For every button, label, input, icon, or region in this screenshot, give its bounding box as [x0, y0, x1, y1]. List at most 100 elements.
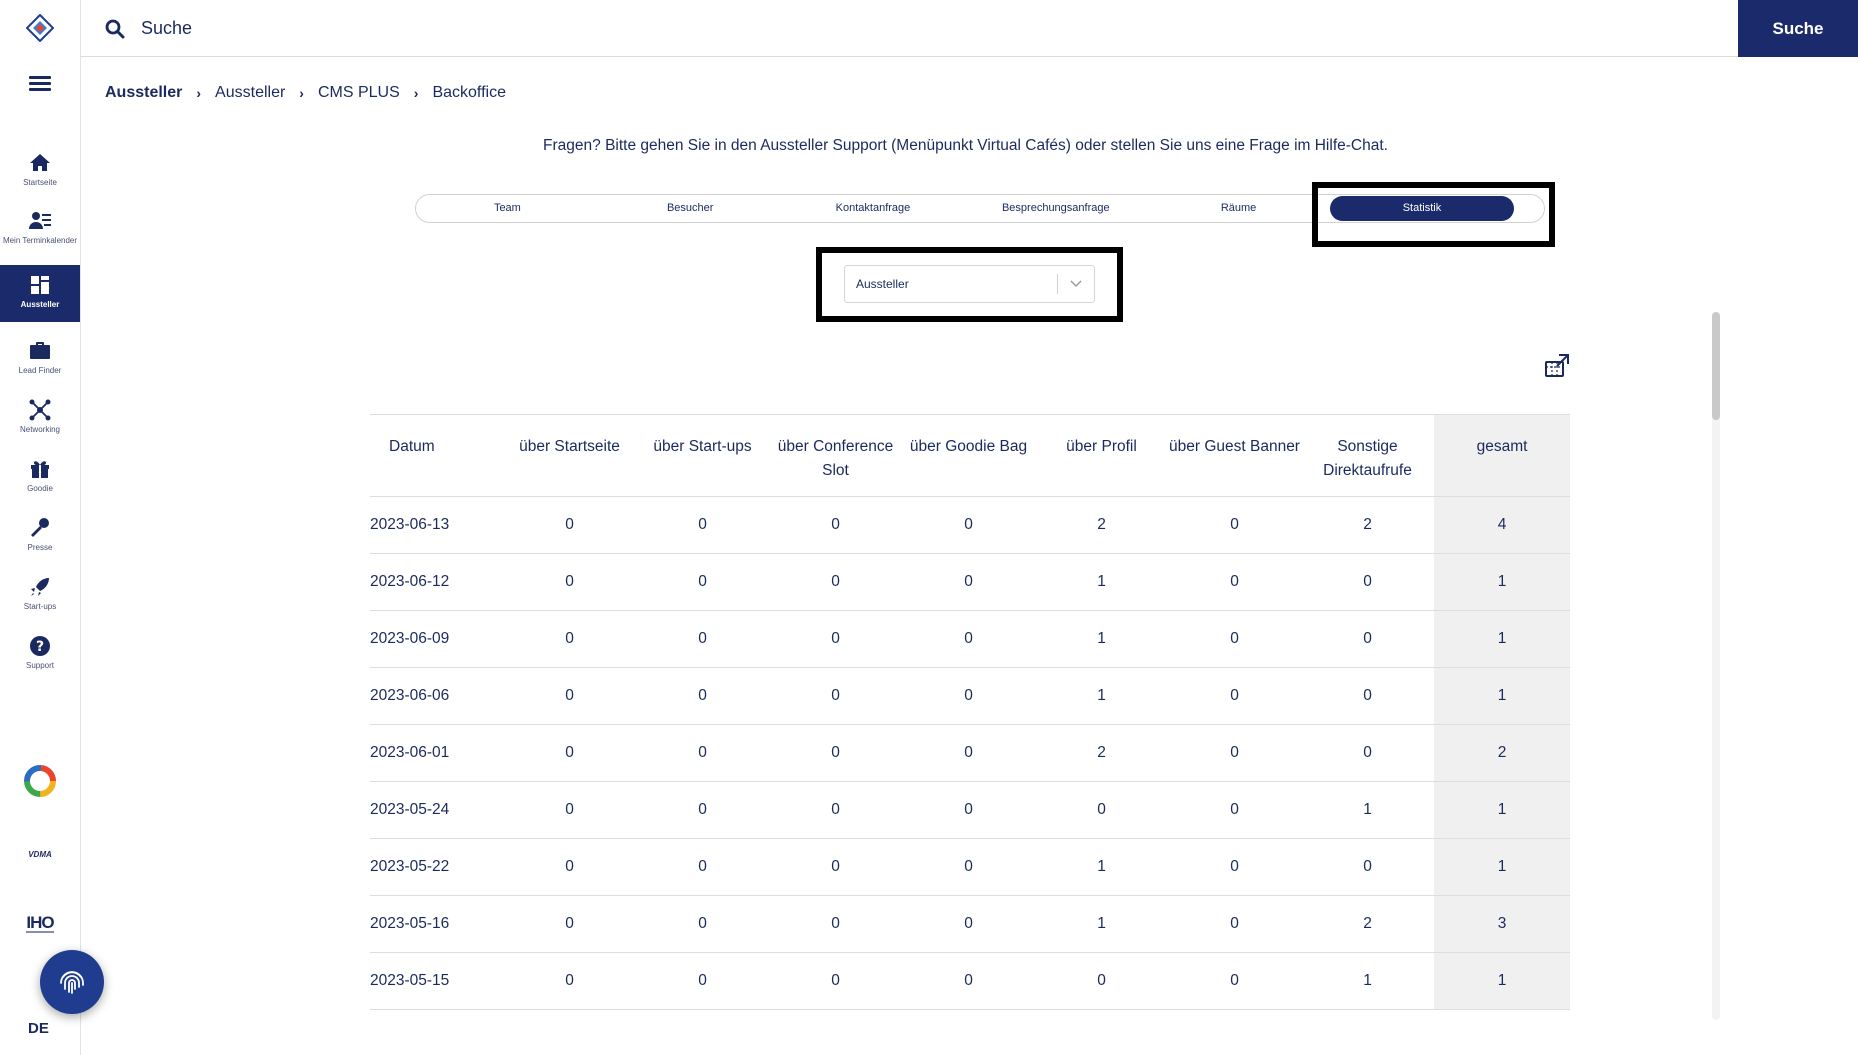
top-search-bar: Suche: [81, 0, 1858, 57]
help-text: Fragen? Bitte gehen Sie in den Ausstelle…: [0, 137, 1858, 155]
sidebar-item-start-ups[interactable]: Start-ups: [0, 567, 80, 623]
search-button[interactable]: Suche: [1738, 0, 1858, 57]
search-input[interactable]: [141, 12, 1441, 44]
statistic-type-select[interactable]: Aussteller: [844, 265, 1095, 303]
help-text-content: Fragen? Bitte gehen Sie in den Ausstelle…: [543, 137, 1388, 154]
table-cell: 0: [503, 781, 636, 839]
sidebar-item-lead-finder[interactable]: Lead Finder: [0, 331, 80, 387]
tab-besucher[interactable]: Besucher: [599, 195, 782, 222]
tab-team[interactable]: Team: [416, 195, 599, 222]
table-cell: 0: [769, 895, 902, 953]
sidebar-item-goodie[interactable]: Goodie: [0, 449, 80, 505]
table-cell: 0: [636, 667, 769, 725]
tab-besprechungsanfrage[interactable]: Besprechungsanfrage: [964, 195, 1147, 222]
consent-fingerprint-button[interactable]: [40, 950, 104, 1014]
chevron-right-icon: ›: [413, 85, 419, 101]
table-cell: 1: [1434, 553, 1570, 611]
table-cell: 2023-06-13: [370, 496, 503, 554]
table-cell: 0: [769, 781, 902, 839]
table-cell: 0: [769, 724, 902, 782]
tab-kontaktanfrage[interactable]: Kontaktanfrage: [782, 195, 965, 222]
svg-text:?: ?: [36, 639, 44, 655]
scrollbar-thumb[interactable]: [1712, 312, 1720, 420]
hamburger-icon: [29, 76, 51, 79]
table-cell: 1: [1035, 610, 1168, 668]
table-cell: 0: [769, 952, 902, 1010]
table-cell: 0: [1301, 724, 1434, 782]
table-cell: 2: [1301, 496, 1434, 554]
rocket-icon: [31, 578, 49, 596]
table-cell: 3: [1434, 895, 1570, 953]
table-cell: 0: [636, 895, 769, 953]
table-cell: 0: [902, 610, 1035, 668]
table-cell: 0: [636, 724, 769, 782]
table-cell: 0: [636, 553, 769, 611]
export-table-icon[interactable]: [1544, 353, 1570, 379]
table-cell: 1: [1035, 895, 1168, 953]
iho-logo: IHO: [26, 913, 55, 933]
table-cell: 0: [902, 553, 1035, 611]
table-cell: 1: [1301, 952, 1434, 1010]
language-switch[interactable]: DE: [28, 1020, 49, 1037]
sidebar-item-label: Aussteller: [20, 300, 60, 309]
breadcrumb-item[interactable]: CMS PLUS: [318, 84, 400, 102]
app-logo-icon[interactable]: [26, 14, 54, 42]
column-header[interactable]: über Start-ups: [636, 414, 769, 497]
partner-logo-iho[interactable]: IHO: [18, 906, 62, 942]
breadcrumb-item[interactable]: Aussteller: [215, 84, 285, 102]
column-header[interactable]: über Conference Slot: [769, 414, 902, 497]
partner-logo-ring[interactable]: [18, 763, 62, 799]
column-header[interactable]: Sonstige Direktaufrufe: [1301, 414, 1434, 497]
table-cell: 2023-06-01: [370, 724, 503, 782]
sidebar-item-support[interactable]: ? Support: [0, 626, 80, 682]
select-value: Aussteller: [856, 277, 909, 291]
table-cell: 0: [1168, 952, 1301, 1010]
table-cell: 0: [503, 895, 636, 953]
calendar-user-icon: [29, 212, 51, 229]
briefcase-icon: [30, 342, 50, 359]
table-cell: 0: [503, 667, 636, 725]
table-cell: 1: [1434, 781, 1570, 839]
column-header[interactable]: über Startseite: [503, 414, 636, 497]
sidebar-item-presse[interactable]: Presse: [0, 508, 80, 564]
breadcrumb-item[interactable]: Aussteller: [105, 84, 182, 102]
table-cell: 0: [1035, 781, 1168, 839]
sidebar-item-networking[interactable]: Networking: [0, 390, 80, 446]
table-cell: 0: [769, 838, 902, 896]
sidebar-item-terminkalender[interactable]: Mein Terminkalender: [0, 201, 80, 257]
column-header[interactable]: über Guest Banner: [1168, 414, 1301, 497]
sidebar-item-aussteller[interactable]: Aussteller: [0, 265, 80, 322]
partner-logo-vdma[interactable]: VDMA: [18, 836, 62, 872]
table-cell: 1: [1434, 610, 1570, 668]
partner-ring-logo-icon: [24, 765, 56, 797]
table-cell: 2023-06-12: [370, 553, 503, 611]
table-cell: 1: [1301, 781, 1434, 839]
column-header[interactable]: über Profil: [1035, 414, 1168, 497]
table-row: 2023-05-16 0 0 0 0 1 0 2 3: [370, 895, 1570, 953]
table-cell: 0: [636, 838, 769, 896]
tab-raeume[interactable]: Räume: [1147, 195, 1330, 222]
table-cell: 0: [1035, 952, 1168, 1010]
sidebar: Startseite Mein Terminkalender Ausstelle…: [0, 0, 81, 1055]
tab-statistik[interactable]: Statistik: [1329, 196, 1514, 221]
table-row: 2023-05-22 0 0 0 0 1 0 0 1: [370, 838, 1570, 896]
network-icon: [29, 399, 51, 421]
column-header[interactable]: über Goodie Bag: [902, 414, 1035, 497]
table-cell: 0: [769, 610, 902, 668]
sidebar-item-label: Start-ups: [23, 602, 57, 611]
help-icon: ?: [30, 636, 50, 656]
table-cell: 0: [902, 724, 1035, 782]
breadcrumb-item[interactable]: Backoffice: [432, 84, 506, 102]
table-cell: 2023-05-24: [370, 781, 503, 839]
table-cell: 0: [636, 610, 769, 668]
table-body: 2023-06-13 0 0 0 0 2 0 2 4 2023-06-12 0 0 0 0 1 0 0 1 2023…: [370, 496, 1570, 1010]
column-header[interactable]: Datum: [370, 414, 503, 497]
table-cell: 2023-05-22: [370, 838, 503, 896]
table-cell: 0: [503, 553, 636, 611]
menu-toggle-button[interactable]: [29, 76, 51, 92]
table-cell: 0: [503, 496, 636, 554]
table-row: 2023-06-09 0 0 0 0 1 0 0 1: [370, 610, 1570, 668]
sidebar-item-label: Goodie: [27, 484, 53, 493]
column-header[interactable]: gesamt: [1434, 414, 1570, 497]
table-cell: 2023-05-15: [370, 952, 503, 1010]
